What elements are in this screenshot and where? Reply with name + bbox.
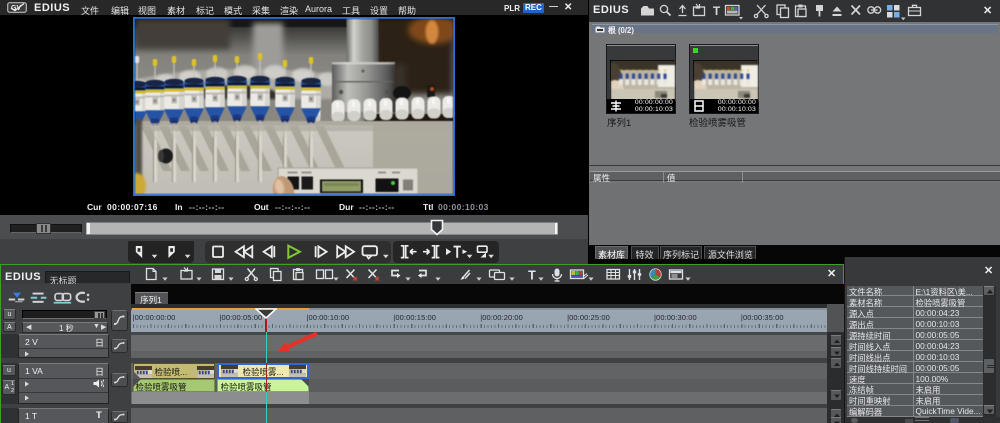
svg-text:T: T xyxy=(713,4,721,18)
svg-text:T: T xyxy=(528,269,536,283)
